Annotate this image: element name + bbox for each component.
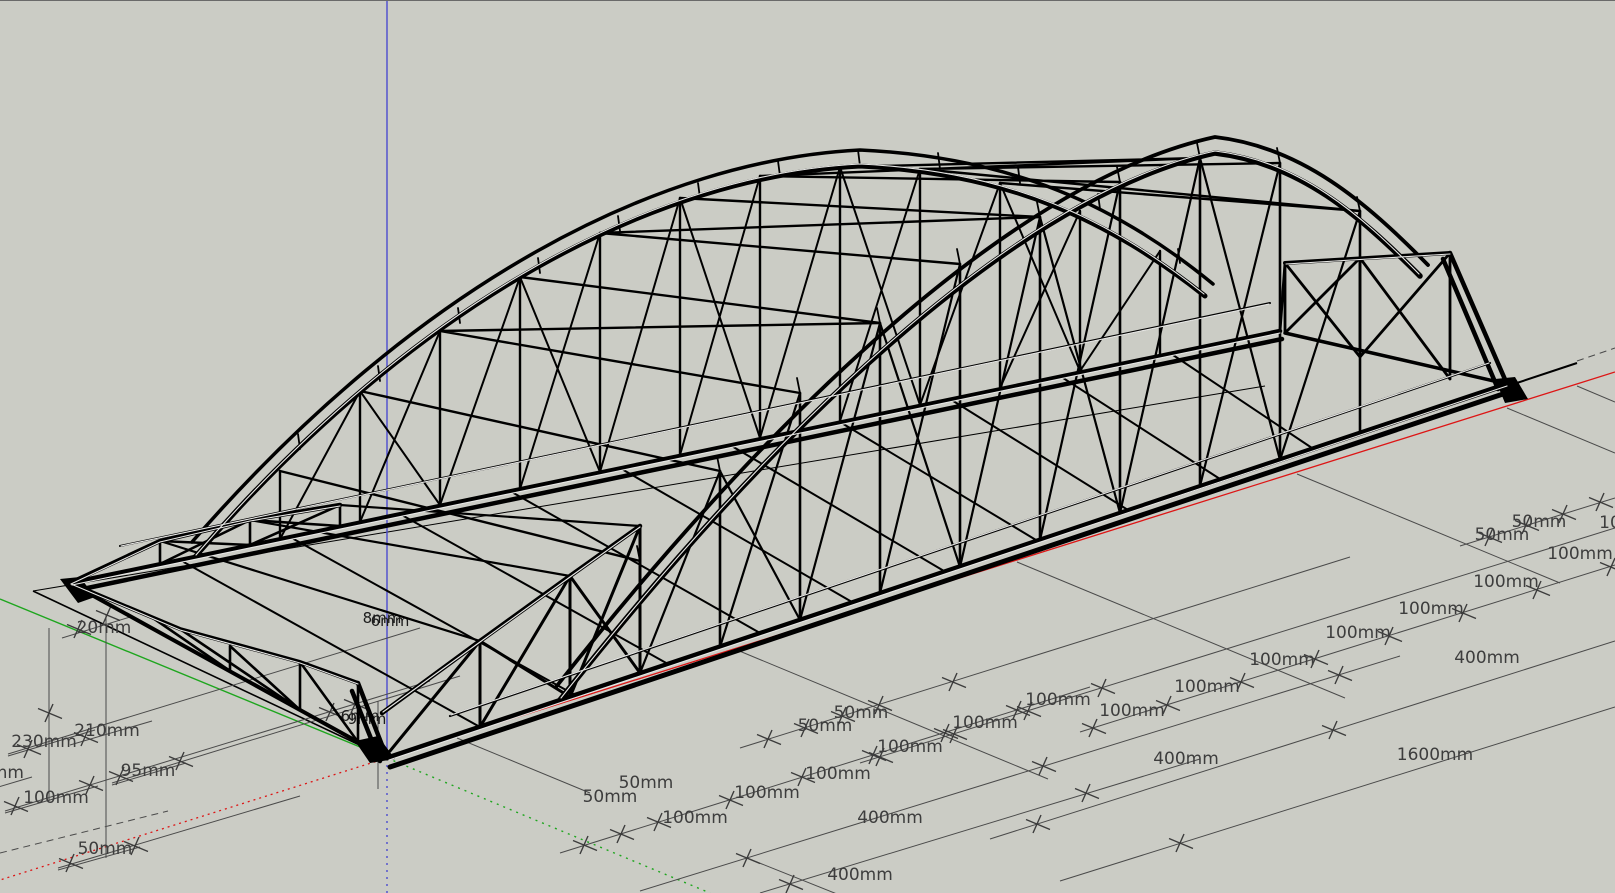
dimension-label: 1600mm xyxy=(1397,745,1473,765)
dimension-line xyxy=(1577,348,1615,361)
dimension-tick xyxy=(757,730,781,748)
dimension-tick xyxy=(610,825,634,843)
right-end-face xyxy=(1280,253,1528,403)
dimension-label: 400mm xyxy=(1454,648,1520,668)
dimension-label: 100mm xyxy=(1398,599,1464,619)
dimension-tick xyxy=(573,836,597,854)
right-face-bottom-chord xyxy=(1285,333,1507,384)
dimension-label: 100mm xyxy=(734,783,800,803)
dimension-line xyxy=(457,738,590,793)
dimension-tick xyxy=(736,849,760,867)
dimension-line xyxy=(640,656,1400,891)
dimension-label: 20mm xyxy=(77,618,132,638)
dimension-label: 50mm xyxy=(834,703,889,723)
dimension-label: 100mm xyxy=(1325,623,1391,643)
dimension-label: 95mm xyxy=(121,761,176,781)
dimension-label: 0mm xyxy=(0,763,24,783)
dimension-label: 400mm xyxy=(1153,749,1219,769)
dimension-tick xyxy=(1328,666,1352,684)
dimension-label: 100mm xyxy=(1099,701,1165,721)
dimension-label: 100mm xyxy=(1025,690,1091,710)
dimension-tick xyxy=(1322,721,1346,739)
dimension-tick xyxy=(1026,815,1050,833)
dimension-label: 100mm xyxy=(1249,650,1315,670)
overlapping-dimension-label: 6mm xyxy=(371,612,410,630)
dimension-label: 100mm xyxy=(952,713,1018,733)
dimension-tick xyxy=(1075,784,1099,802)
dimension-line xyxy=(1060,707,1615,881)
dimension-label: 100mm xyxy=(1473,572,1539,592)
dimension-label: 10 xyxy=(1599,513,1615,533)
scene-canvas: 6mm9mm8mm6mm xyxy=(0,1,1615,893)
dimension-tick xyxy=(779,875,803,893)
dimension-label: 50mm xyxy=(78,839,133,859)
dimension-label: 100mm xyxy=(805,764,871,784)
dimension-tick xyxy=(1082,719,1106,737)
dimension-tick xyxy=(942,673,966,691)
dimension-tick xyxy=(38,704,62,722)
truss-bridge-model xyxy=(60,137,1528,767)
dimension-label: 210mm xyxy=(74,721,140,741)
cad-viewport[interactable]: 6mm9mm8mm6mm xyxy=(0,0,1615,893)
dimension-line xyxy=(990,641,1615,839)
dimension-label: 50mm xyxy=(619,773,674,793)
far-arch-lacing xyxy=(298,150,1180,449)
dimension-label: 100mm xyxy=(1174,677,1240,697)
dimension-label: 100mm xyxy=(877,737,943,757)
dimension-label: 400mm xyxy=(827,865,893,885)
dimension-line xyxy=(1507,408,1615,453)
dimension-label: 100mm xyxy=(23,788,89,808)
dimension-tick xyxy=(1091,679,1115,697)
dimension-label: 400mm xyxy=(857,808,923,828)
dimension-label: 100mm xyxy=(662,808,728,828)
dimension-tick xyxy=(1169,834,1193,852)
red-axis-dotted xyxy=(0,758,387,880)
dimension-tick xyxy=(1032,757,1056,775)
right-face-webs xyxy=(1280,253,1450,379)
dimension-label: 50mm xyxy=(1512,512,1567,532)
dimension-label: 230mm xyxy=(11,732,77,752)
dimension-line xyxy=(1577,386,1615,402)
dimension-tick xyxy=(1589,493,1613,511)
dimension-label: 100mm xyxy=(1547,544,1613,564)
drawing-axes xyxy=(0,1,1615,893)
